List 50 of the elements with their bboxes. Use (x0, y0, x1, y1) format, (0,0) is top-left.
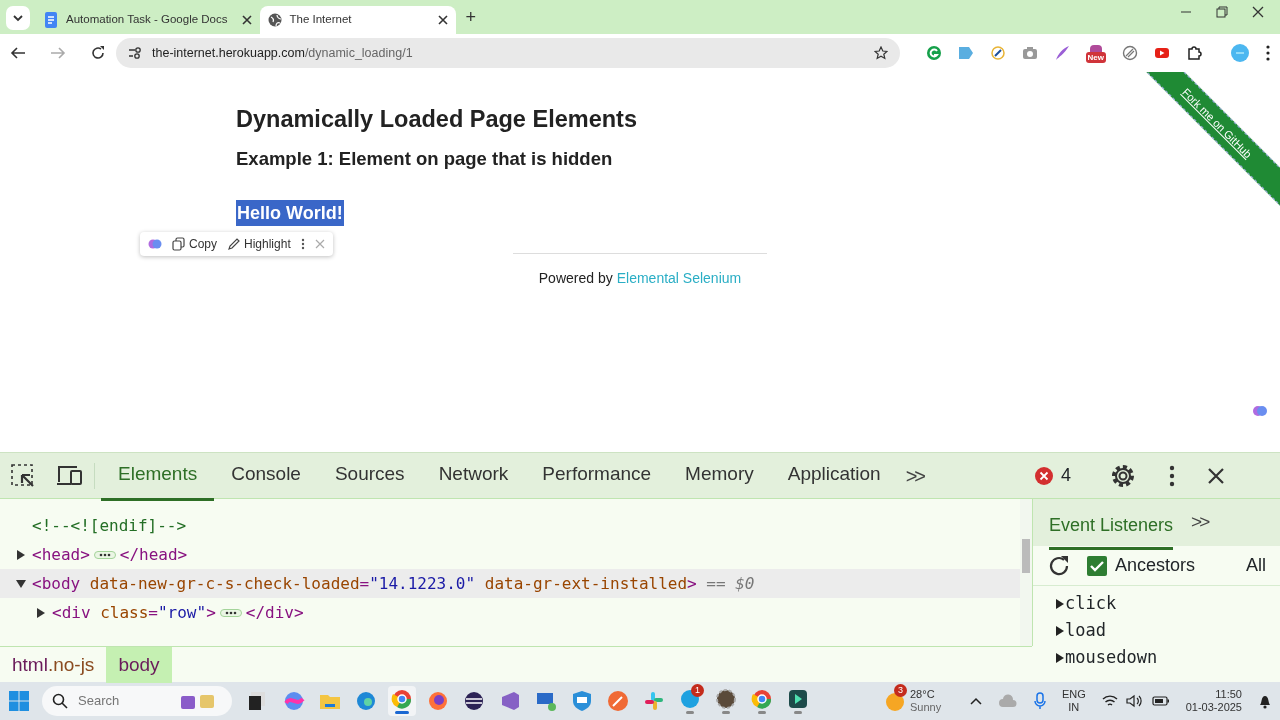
devtools-tab[interactable]: Console (214, 449, 318, 502)
devtools-tab[interactable]: Memory (668, 449, 771, 502)
clock-time[interactable]: 11:50 (1185, 688, 1242, 701)
weather-text: Sunny (910, 701, 942, 714)
dom-node[interactable]: <body data-new-gr-c-s-check-loaded="14.1223.0" data-gr-ext-installed> == $0 (0, 569, 1020, 598)
dom-node[interactable]: <div class="row"> </div> (0, 598, 1020, 627)
popup-action-button[interactable]: Copy (172, 235, 217, 253)
temperature-text: 28°C (910, 688, 936, 701)
search-field[interactable]: Search (76, 690, 172, 712)
search-bar[interactable]: Search (42, 686, 232, 716)
language-text[interactable]: ENG (1061, 688, 1086, 701)
devtools-tab[interactable]: Performance (525, 449, 669, 502)
markup-text: </div> (245, 601, 304, 624)
comment-text: <!--<![endif]--> (32, 514, 187, 537)
page-heading: Dynamically Loaded Page Elements (236, 105, 637, 134)
event-listener-item[interactable]: load (1055, 617, 1280, 644)
dom-node[interactable]: <head> </head> (0, 540, 1020, 569)
error-count[interactable]: 4 (1061, 462, 1072, 489)
language-text[interactable]: IN (1061, 701, 1086, 714)
more-panes-button[interactable]: >> (1191, 508, 1208, 537)
filter-dropdown[interactable]: All (1246, 552, 1266, 579)
browser-tab[interactable]: Automation Task - Google Docs (36, 6, 260, 34)
clock-date[interactable]: 01-03-2025 (1185, 701, 1242, 714)
result-text: Hello World! (236, 200, 344, 226)
markup-text: <head> (32, 543, 90, 566)
taskbar-button[interactable]: 1 (676, 686, 704, 716)
address-bar[interactable]: the-internet.herokuapp.com/dynamic_loading/1 (116, 38, 900, 68)
devtools-tab[interactable]: Sources (317, 449, 422, 502)
breadcrumb[interactable]: html.no-js (0, 647, 107, 683)
event-listeners-tab[interactable]: Event Listeners (1049, 501, 1174, 550)
browser-tab[interactable]: The Internet (259, 6, 456, 34)
more-tabs-button[interactable]: >> (905, 460, 924, 491)
url-text: the-internet.herokuapp.com/dynamic_loading/1 (152, 44, 414, 62)
ancestors-checkbox[interactable]: Ancestors (1087, 552, 1196, 579)
event-listener-item[interactable]: click (1055, 590, 1280, 617)
devtools-tab[interactable]: Application (770, 449, 898, 502)
page-subheading: Example 1: Element on page that is hidden (236, 148, 613, 171)
event-listener-item[interactable]: mousedown (1055, 644, 1280, 671)
popup-action-button[interactable]: Highlight (227, 235, 291, 253)
breadcrumb[interactable]: body (106, 647, 172, 683)
markup-text: <div class="row"> (52, 601, 216, 624)
devtools-tab[interactable]: Network (421, 449, 526, 502)
new-badge: New (1085, 51, 1106, 63)
new-tab-button[interactable]: + (465, 4, 477, 31)
notification-badge: 3 (894, 684, 907, 697)
devtools-tab[interactable]: Elements (101, 449, 215, 502)
dom-node[interactable]: <!--<![endif]--> (0, 511, 1020, 540)
markup-text: <body data-new-gr-c-s-check-loaded="14.1223.0" data-gr-ext-installed> == $0 (32, 572, 755, 595)
markup-text: </head> (119, 543, 188, 566)
footer-text: Powered by (538, 269, 613, 288)
